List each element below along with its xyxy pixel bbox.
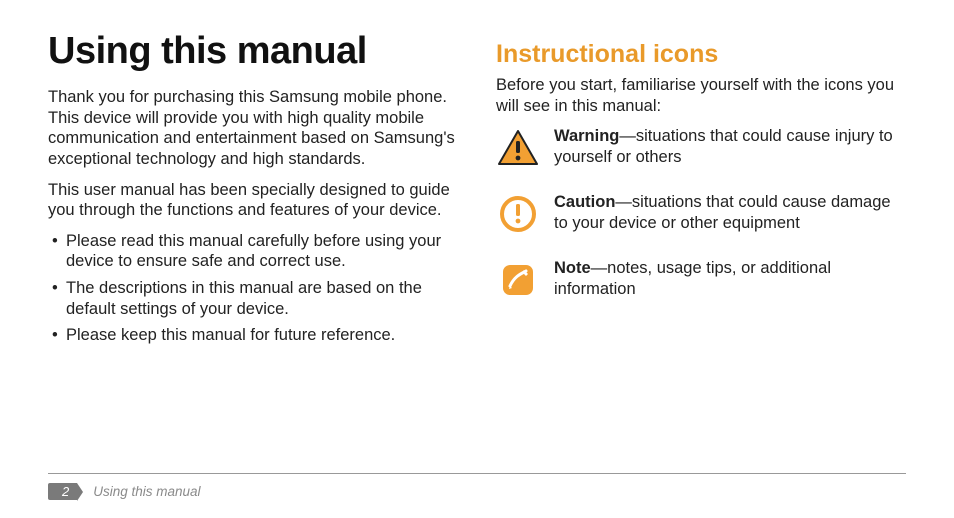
warning-label: Warning — [554, 127, 619, 145]
caution-icon — [496, 192, 540, 236]
section-title: Instructional icons — [496, 40, 906, 69]
note-icon — [496, 258, 540, 302]
page-columns: Using this manual Thank you for purchasi… — [48, 30, 906, 352]
right-column: Instructional icons Before you start, fa… — [496, 30, 906, 352]
warning-text: Warning—situations that could cause inju… — [554, 126, 906, 167]
footer-divider — [48, 473, 906, 474]
icon-row-caution: Caution—situations that could cause dama… — [496, 192, 906, 236]
left-column: Using this manual Thank you for purchasi… — [48, 30, 458, 352]
list-item: The descriptions in this manual are base… — [50, 278, 458, 319]
section-intro: Before you start, familiarise yourself w… — [496, 75, 906, 116]
intro-paragraph-2: This user manual has been specially desi… — [48, 180, 458, 221]
note-text: Note—notes, usage tips, or additional in… — [554, 258, 906, 299]
warning-icon — [496, 126, 540, 170]
icon-row-warning: Warning—situations that could cause inju… — [496, 126, 906, 170]
note-desc: —notes, usage tips, or additional inform… — [554, 259, 831, 298]
note-label: Note — [554, 259, 591, 277]
list-item: Please read this manual carefully before… — [50, 231, 458, 272]
bullet-list: Please read this manual carefully before… — [48, 231, 458, 346]
caution-text: Caution—situations that could cause dama… — [554, 192, 906, 233]
intro-paragraph-1: Thank you for purchasing this Samsung mo… — [48, 87, 458, 170]
icon-row-note: Note—notes, usage tips, or additional in… — [496, 258, 906, 302]
page-footer: 2 Using this manual — [48, 483, 201, 500]
footer-label: Using this manual — [93, 484, 200, 499]
page-title: Using this manual — [48, 30, 458, 73]
page-number: 2 — [48, 483, 77, 500]
caution-label: Caution — [554, 193, 615, 211]
list-item: Please keep this manual for future refer… — [50, 325, 458, 346]
